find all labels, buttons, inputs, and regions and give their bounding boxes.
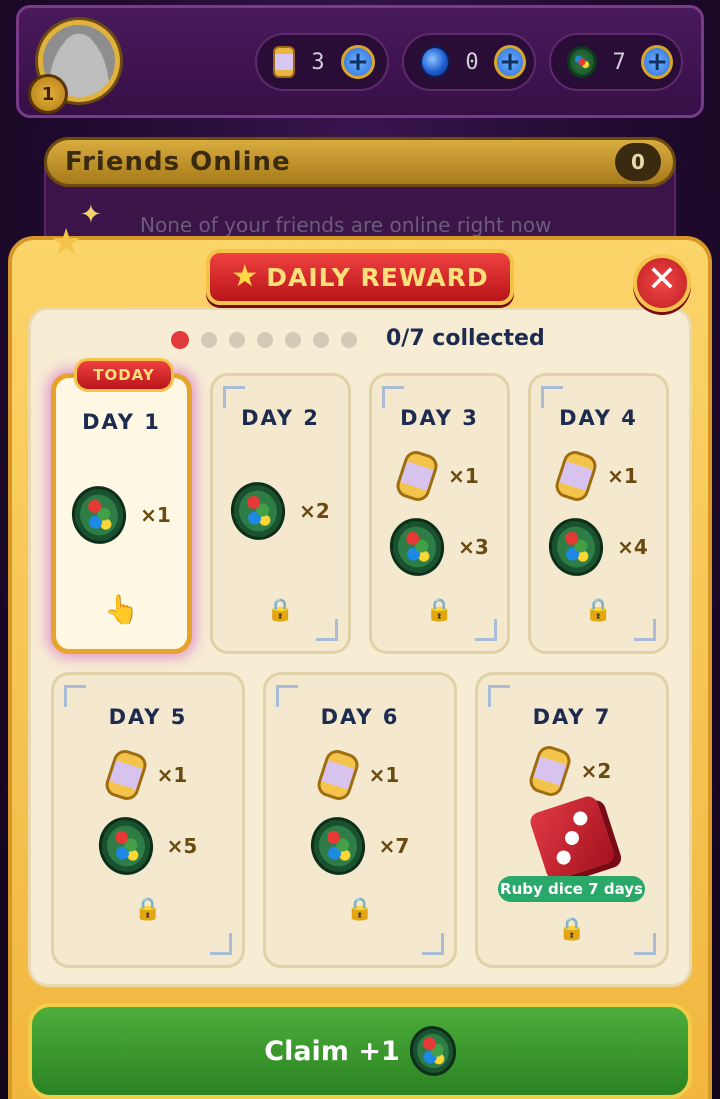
friends-count: 0 (615, 143, 661, 181)
reward-lantern: ×1 (372, 447, 507, 505)
reward-coin: ×7 (266, 812, 454, 880)
currency-green-coin: 7 + (549, 33, 683, 91)
reward-coin: ×2 (213, 477, 348, 545)
day-card-2[interactable]: DAY 2 ×2 🔒 (210, 373, 351, 654)
reward-qty: ×1 (448, 464, 479, 488)
reward-qty: ×5 (166, 834, 198, 858)
progress-dot (341, 332, 357, 348)
currency-lantern: 3 + (255, 33, 389, 91)
progress-dot (285, 332, 301, 348)
reward-lantern: ×1 (266, 746, 454, 804)
reward-qty: ×1 (607, 464, 638, 488)
blue-orb-icon (420, 46, 450, 78)
friends-empty-text: None of your friends are online right no… (140, 213, 552, 237)
reward-qty: ×1 (156, 763, 188, 787)
dice-reward-tag: Ruby dice 7 days (498, 876, 645, 902)
green-coin-count: 7 (612, 49, 626, 75)
day-title: DAY 6 (320, 705, 400, 729)
friends-title: Friends Online (65, 147, 291, 177)
add-lantern-button[interactable]: + (341, 45, 375, 79)
star-icon: ★ (231, 259, 259, 294)
progress-dot (229, 332, 245, 348)
green-coin-icon (567, 46, 597, 78)
today-tag: TODAY (74, 358, 174, 392)
close-button[interactable]: ✕ (633, 254, 691, 312)
level-badge: 1 (28, 74, 68, 114)
progress-dot (201, 332, 217, 348)
day-title: DAY 2 (241, 406, 320, 430)
lantern-count: 3 (311, 49, 325, 75)
day-title: DAY 4 (559, 406, 638, 430)
green-coin-icon (384, 513, 450, 581)
progress-dots (171, 331, 357, 349)
progress-label: 0/7 collected (386, 326, 545, 351)
friends-header: Friends Online 0 (44, 137, 676, 187)
day-card-7[interactable]: DAY 7 ×2 🔒 (475, 672, 669, 968)
green-coin-icon (543, 513, 609, 581)
day-card-6[interactable]: DAY 6 ×1 ×7 🔒 (263, 672, 457, 968)
lock-icon: 🔒 (558, 917, 586, 942)
green-coin-icon (66, 481, 132, 549)
reward-qty: ×1 (368, 763, 400, 787)
lantern-icon (102, 746, 150, 804)
claim-button[interactable]: Claim +1 (28, 1003, 692, 1099)
day-title: DAY 3 (400, 406, 479, 430)
day-card-3[interactable]: DAY 3 ×1 ×3 🔒 (369, 373, 510, 654)
day-card-1[interactable]: TODAY DAY 1 ×1 👆 (51, 358, 192, 654)
green-coin-icon (405, 1021, 461, 1081)
reward-lantern: ×2 (478, 742, 666, 800)
reward-qty: ×4 (617, 535, 648, 559)
reward-dice (478, 793, 666, 883)
lantern-icon (314, 746, 362, 804)
lantern-icon (552, 447, 600, 505)
lantern-icon (273, 46, 295, 78)
currency-blue-orb: 0 + (402, 33, 536, 91)
lock-icon: 🔒 (346, 897, 374, 922)
day-title: DAY 7 (532, 705, 612, 729)
day-title: DAY 5 (108, 705, 188, 729)
add-green-coin-button[interactable]: + (641, 45, 674, 79)
pointing-hand-icon: 👆 (104, 593, 139, 626)
lock-icon: 🔒 (584, 598, 613, 623)
reward-coin: ×4 (531, 513, 666, 581)
star-icon: ★ (50, 222, 83, 263)
progress-dot (313, 332, 329, 348)
lantern-icon (526, 742, 574, 800)
modal-title: DAILY REWARD (266, 262, 489, 292)
lock-icon: 🔒 (425, 598, 454, 623)
reward-qty: ×7 (378, 834, 410, 858)
lantern-icon (393, 447, 441, 505)
lock-icon: 🔒 (134, 897, 162, 922)
green-coin-icon (305, 812, 371, 880)
reward-qty: ×3 (458, 535, 489, 559)
green-coin-icon (93, 812, 159, 880)
day-title: DAY 1 (82, 410, 161, 434)
progress-dot (257, 332, 273, 348)
green-coin-icon (225, 477, 291, 545)
ruby-dice-icon (527, 793, 617, 883)
reward-qty: ×2 (299, 499, 330, 523)
reward-lantern: ×1 (54, 746, 242, 804)
add-blue-orb-button[interactable]: + (494, 45, 526, 79)
claim-label: Claim +1 (264, 1035, 400, 1067)
reward-lantern: ×1 (531, 447, 666, 505)
reward-coin: ×3 (372, 513, 507, 581)
day-card-4[interactable]: DAY 4 ×1 ×4 🔒 (528, 373, 669, 654)
lock-icon: 🔒 (266, 598, 295, 623)
day-card-5[interactable]: DAY 5 ×1 ×5 🔒 (51, 672, 245, 968)
reward-coin: ×1 (56, 481, 187, 549)
progress-dot (171, 331, 189, 349)
blue-orb-count: 0 (465, 49, 479, 75)
reward-qty: ×1 (140, 503, 171, 527)
sparkle-icon: ✦ (80, 200, 102, 230)
reward-qty: ×2 (580, 759, 612, 783)
daily-reward-banner: ★ DAILY REWARD (206, 249, 514, 305)
reward-coin: ×5 (54, 812, 242, 880)
